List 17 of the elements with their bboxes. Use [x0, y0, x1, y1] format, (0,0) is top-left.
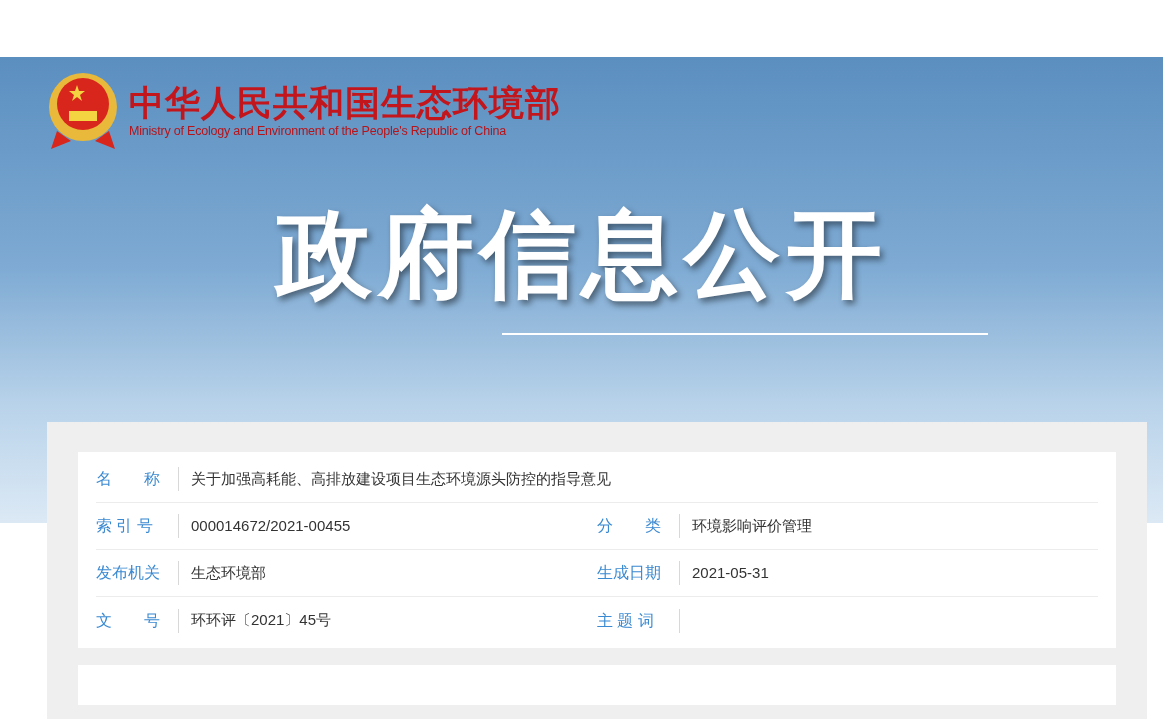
field-label: 名 称: [96, 469, 161, 489]
emblem-icon: [47, 71, 119, 151]
field-value: 2021-05-31: [692, 562, 769, 583]
field-value: 000014672/2021-00455: [191, 515, 351, 536]
page-heading: 政府信息公开: [275, 199, 888, 309]
field-label: 主 题 词: [597, 610, 655, 631]
field-label: 索 引 号: [96, 516, 154, 536]
field-label: 生成日期: [597, 563, 662, 583]
field-label: 文 号: [96, 610, 161, 631]
field-value: 生态环境部: [191, 562, 266, 583]
ministry-subtitle: Ministry of Ecology and Environment of the People's Republic of China: [129, 123, 507, 139]
field-value: 关于加强高耗能、高排放建设项目生态环境源头防控的指导意见: [191, 468, 611, 489]
ministry-title: 中华人民共和国生态环境部: [129, 83, 561, 123]
field-label: 发布机关: [96, 563, 161, 583]
field-value: 环环评〔2021〕45号: [191, 610, 332, 631]
field-label: 分 类: [597, 516, 662, 536]
field-value: 环境影响评价管理: [692, 515, 812, 536]
